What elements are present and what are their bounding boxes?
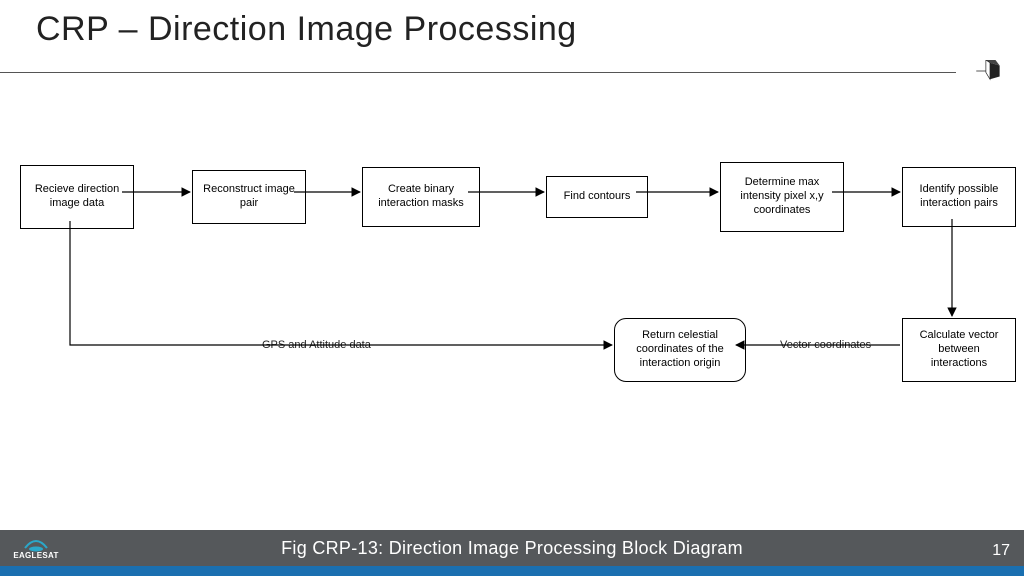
satellite-icon [21, 536, 51, 552]
node-maxintensity: Determine max intensity pixel x,y coordi… [720, 162, 844, 232]
logo: EAGLESAT [6, 530, 66, 566]
node-contours: Find contours [546, 176, 648, 218]
page-number: 17 [992, 542, 1010, 560]
node-return: Return celestial coordinates of the inte… [614, 318, 746, 382]
logo-text: EAGLESAT [13, 552, 58, 560]
page-title: CRP – Direction Image Processing [36, 10, 577, 49]
node-masks: Create binary interaction masks [362, 167, 480, 227]
footer-bar: Fig CRP-13: Direction Image Processing B… [0, 530, 1024, 566]
cube-icon [976, 60, 1004, 82]
node-calcvector: Calculate vector between interactions [902, 318, 1016, 382]
node-reconstruct: Reconstruct image pair [192, 170, 306, 224]
node-identify: Identify possible interaction pairs [902, 167, 1016, 227]
edge-label-gps: GPS and Attitude data [258, 339, 375, 351]
diagram-arrows [0, 0, 1024, 576]
footer-accent [0, 566, 1024, 576]
edge-label-vector: Vector coordinates [776, 339, 875, 351]
figure-caption: Fig CRP-13: Direction Image Processing B… [281, 538, 743, 559]
node-receive: Recieve direction image data [20, 165, 134, 229]
title-underline [0, 72, 956, 73]
